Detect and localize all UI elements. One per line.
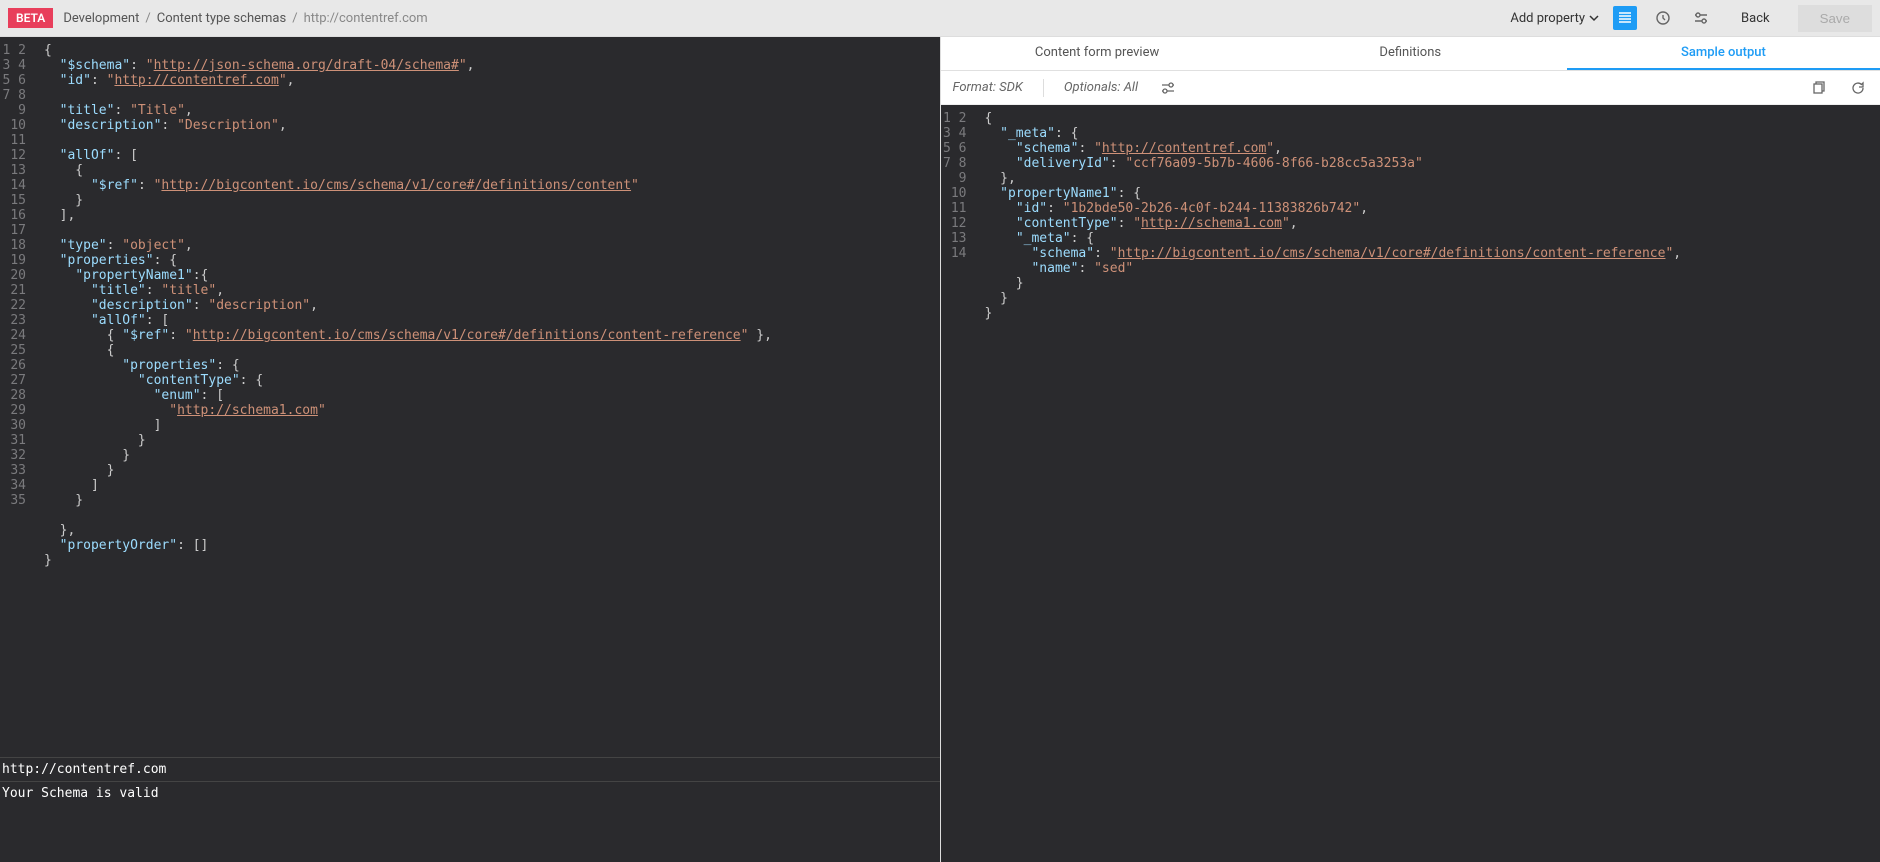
- preview-tabs: Content form preview Definitions Sample …: [941, 37, 1880, 71]
- preview-pane: Content form preview Definitions Sample …: [940, 37, 1880, 862]
- history-icon[interactable]: [1651, 6, 1675, 30]
- tab-content-form-preview[interactable]: Content form preview: [941, 37, 1254, 70]
- output-options-bar: Format: SDK Optionals: All: [941, 71, 1880, 105]
- tab-definitions[interactable]: Definitions: [1254, 37, 1567, 70]
- beta-badge: BETA: [8, 8, 53, 28]
- status-message: Your Schema is valid: [0, 782, 940, 862]
- tab-sample-output[interactable]: Sample output: [1567, 37, 1880, 70]
- breadcrumb-sep: /: [145, 11, 150, 26]
- optionals-label[interactable]: Optionals: All: [1064, 80, 1138, 95]
- chevron-down-icon: [1589, 13, 1599, 23]
- status-url: http://contentref.com: [0, 758, 940, 782]
- breadcrumb-schemas[interactable]: Content type schemas: [157, 11, 286, 26]
- copy-icon[interactable]: [1808, 78, 1828, 98]
- save-button[interactable]: Save: [1798, 5, 1872, 32]
- editor-gutter: 1 2 3 4 5 6 7 8 9 10 11 12 13 14 15 16 1…: [0, 37, 34, 757]
- add-property-dropdown[interactable]: Add property: [1510, 11, 1599, 26]
- breadcrumb-current: http://contentref.com: [304, 11, 428, 26]
- breadcrumb: Development / Content type schemas / htt…: [63, 11, 427, 26]
- settings-sliders-icon[interactable]: [1689, 6, 1713, 30]
- output-code[interactable]: { "_meta": { "schema": "http://contentre…: [975, 105, 1880, 862]
- header-bar: BETA Development / Content type schemas …: [0, 0, 1880, 37]
- output-gutter: 1 2 3 4 5 6 7 8 9 10 11 12 13 14: [941, 105, 975, 862]
- format-label[interactable]: Format: SDK: [953, 80, 1023, 95]
- sample-output-editor[interactable]: 1 2 3 4 5 6 7 8 9 10 11 12 13 14 { "_met…: [941, 105, 1880, 862]
- subbar-divider: [1043, 79, 1044, 97]
- schema-editor[interactable]: 1 2 3 4 5 6 7 8 9 10 11 12 13 14 15 16 1…: [0, 37, 940, 757]
- add-property-label: Add property: [1510, 11, 1585, 26]
- editor-code[interactable]: { "$schema": "http://json-schema.org/dra…: [34, 37, 940, 757]
- options-sliders-icon[interactable]: [1158, 78, 1178, 98]
- schema-editor-pane: 1 2 3 4 5 6 7 8 9 10 11 12 13 14 15 16 1…: [0, 37, 940, 862]
- editor-status-bar: http://contentref.com Your Schema is val…: [0, 757, 940, 862]
- breadcrumb-sep: /: [292, 11, 297, 26]
- breadcrumb-development[interactable]: Development: [63, 11, 139, 26]
- refresh-icon[interactable]: [1848, 78, 1868, 98]
- align-format-icon[interactable]: [1613, 6, 1637, 30]
- back-button[interactable]: Back: [1727, 5, 1784, 32]
